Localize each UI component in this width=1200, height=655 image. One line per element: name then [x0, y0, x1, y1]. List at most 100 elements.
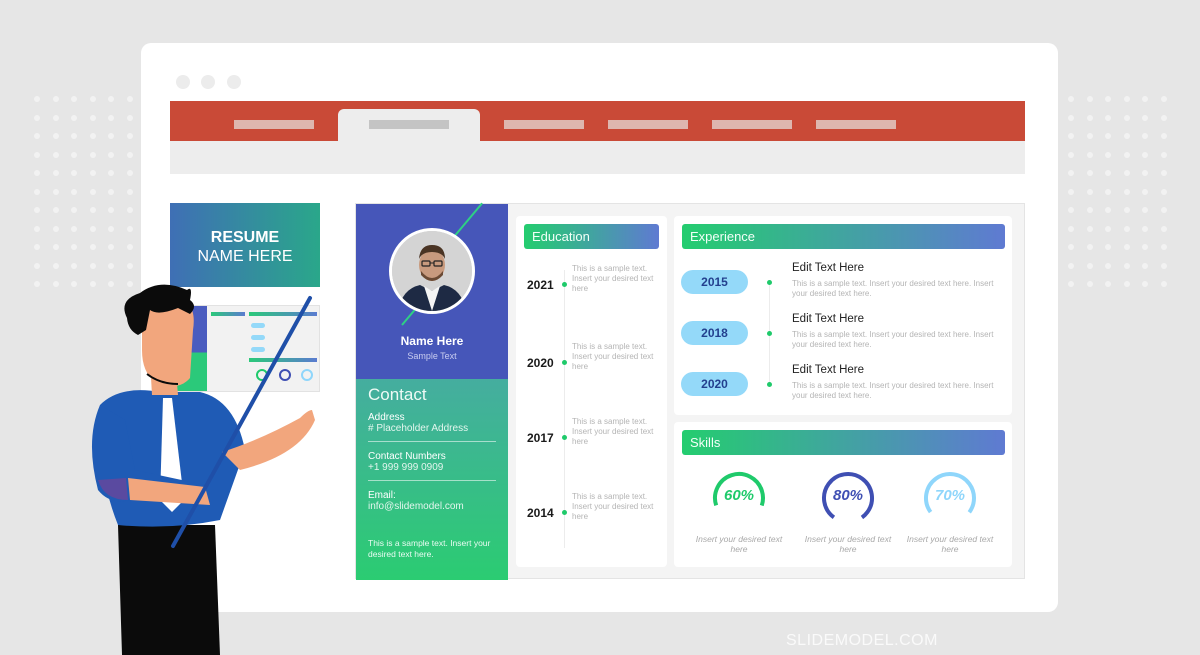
- skill-caption: Insert your desired text here: [695, 534, 783, 554]
- education-year: 2017: [527, 431, 554, 445]
- window-control-dot[interactable]: [176, 75, 190, 89]
- education-text: This is a sample text. Insert your desir…: [572, 342, 654, 371]
- decorative-dot: [126, 244, 133, 250]
- decorative-dot: [71, 188, 77, 195]
- decorative-dot: [1160, 207, 1167, 213]
- decorative-dot: [34, 207, 40, 213]
- decorative-dot: [89, 96, 96, 102]
- experience-title: Edit Text Here: [792, 262, 865, 274]
- decorative-dot: [108, 133, 114, 139]
- decorative-dot: [1086, 170, 1093, 176]
- decorative-dot: [71, 207, 77, 213]
- ribbon-tab[interactable]: [234, 120, 314, 129]
- decorative-dot-grid-right: [1068, 96, 1167, 287]
- ribbon-tab[interactable]: [504, 120, 584, 129]
- decorative-dot: [1105, 96, 1111, 102]
- decorative-dot: [1142, 225, 1148, 232]
- ribbon-tab[interactable]: [816, 120, 896, 129]
- decorative-dot: [126, 96, 133, 102]
- mini-pill: [251, 335, 265, 340]
- profile-name: Name Here: [400, 334, 464, 348]
- decorative-dot: [1142, 188, 1148, 195]
- decorative-dot: [1086, 96, 1093, 102]
- decorative-dot: [1142, 151, 1148, 158]
- slide-thumbnail-resume[interactable]: [170, 305, 320, 392]
- decorative-dot: [126, 207, 133, 213]
- ribbon-toolbar: [170, 141, 1025, 174]
- decorative-dot: [1068, 114, 1074, 121]
- decorative-dot: [1160, 96, 1167, 102]
- contact-address: Address # Placeholder Address: [368, 412, 496, 434]
- decorative-dot: [1068, 188, 1074, 195]
- decorative-dot: [1086, 151, 1093, 158]
- decorative-dot: [1086, 262, 1093, 269]
- contact-section: Contact Address # Placeholder Address Co…: [356, 379, 508, 580]
- ribbon-tab-bar: [170, 101, 1025, 142]
- decorative-dot: [108, 188, 114, 195]
- decorative-dot: [1086, 281, 1093, 287]
- decorative-dot: [1160, 151, 1167, 158]
- decorative-dot: [1160, 133, 1167, 139]
- slide-canvas[interactable]: Name Here Sample Text Contact Address # …: [355, 202, 1025, 580]
- mini-skill-ring: [301, 369, 313, 381]
- decorative-dot: [89, 244, 96, 250]
- thumbnail-title-line2: NAME HERE: [197, 248, 293, 265]
- mini-pill: [251, 347, 265, 352]
- decorative-dot: [34, 188, 40, 195]
- decorative-dot: [1123, 207, 1130, 213]
- decorative-dot: [126, 262, 133, 269]
- timeline-line: [564, 270, 565, 548]
- education-heading: Education: [524, 224, 659, 249]
- decorative-dot: [1160, 114, 1167, 121]
- decorative-dot: [108, 262, 114, 269]
- ribbon-tab[interactable]: [608, 120, 688, 129]
- email-label: Email:: [368, 490, 396, 501]
- decorative-dot: [1142, 114, 1148, 121]
- decorative-dot: [52, 207, 59, 213]
- skills-card: Skills 60% Insert your desired text here…: [674, 422, 1012, 567]
- contact-heading: Contact: [368, 385, 427, 404]
- decorative-dot: [1068, 133, 1074, 139]
- ribbon-tab-active[interactable]: [338, 109, 480, 142]
- decorative-dot: [1105, 225, 1111, 232]
- decorative-dot: [52, 262, 59, 269]
- education-year: 2020: [527, 356, 554, 370]
- education-year: 2021: [527, 278, 554, 292]
- decorative-dot: [34, 151, 40, 158]
- slide-thumbnail-title[interactable]: RESUME NAME HERE: [170, 203, 320, 287]
- decorative-dot: [1142, 96, 1148, 102]
- ribbon-tab[interactable]: [712, 120, 792, 129]
- thumbnail-title-line1: RESUME: [210, 229, 280, 246]
- decorative-dot: [89, 114, 96, 121]
- skills-heading: Skills: [682, 430, 1005, 455]
- profile-section: Name Here Sample Text: [356, 202, 508, 379]
- decorative-dot: [1068, 281, 1074, 287]
- experience-desc: This is a sample text. Insert your desir…: [792, 330, 994, 349]
- decorative-dot: [1105, 207, 1111, 213]
- decorative-dot: [1105, 244, 1111, 250]
- decorative-dot: [89, 133, 96, 139]
- divider: [368, 441, 496, 442]
- decorative-dot: [1105, 262, 1111, 269]
- decorative-dot: [1068, 244, 1074, 250]
- decorative-dot: [1068, 225, 1074, 232]
- decorative-dot: [1123, 133, 1130, 139]
- decorative-dot: [108, 281, 114, 287]
- window-control-dot[interactable]: [201, 75, 215, 89]
- profile-photo[interactable]: [389, 228, 475, 314]
- decorative-dot: [1123, 188, 1130, 195]
- decorative-dot: [1160, 262, 1167, 269]
- mini-pill: [251, 323, 265, 328]
- decorative-dot: [1086, 225, 1093, 232]
- decorative-dot: [52, 133, 59, 139]
- decorative-dot: [1086, 133, 1093, 139]
- decorative-dot: [89, 188, 96, 195]
- mini-header: [249, 358, 317, 362]
- window-control-dot[interactable]: [227, 75, 241, 89]
- decorative-dot: [1160, 170, 1167, 176]
- experience-desc: This is a sample text. Insert your desir…: [792, 279, 994, 298]
- skill-gauge: 60% Insert your desired text here: [694, 470, 784, 554]
- decorative-dot: [34, 170, 40, 176]
- skill-gauge: 70% Insert your desired text here: [905, 470, 995, 554]
- education-text: This is a sample text. Insert your desir…: [572, 492, 654, 521]
